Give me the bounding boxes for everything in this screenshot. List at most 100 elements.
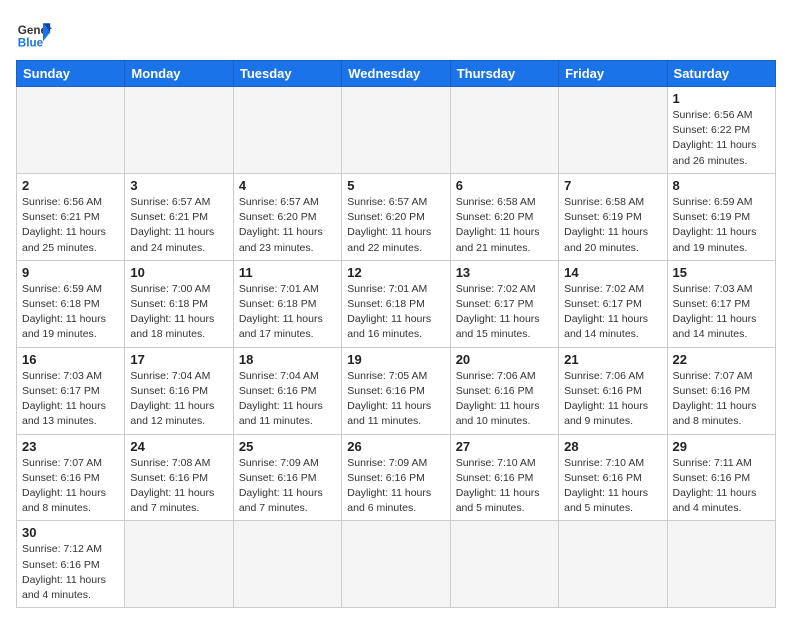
calendar-table: SundayMondayTuesdayWednesdayThursdayFrid… xyxy=(16,60,776,608)
day-info: Sunrise: 6:57 AMSunset: 6:20 PMDaylight:… xyxy=(347,195,444,256)
day-info: Sunrise: 7:12 AMSunset: 6:16 PMDaylight:… xyxy=(22,542,119,603)
day-number: 13 xyxy=(456,265,553,280)
day-number: 11 xyxy=(239,265,336,280)
calendar-week-1: 1 Sunrise: 6:56 AMSunset: 6:22 PMDaylight… xyxy=(17,87,776,174)
calendar-cell: 10 Sunrise: 7:00 AMSunset: 6:18 PMDayligh… xyxy=(125,260,233,347)
calendar-cell: 19Sunrise: 7:05 AMSunset: 6:16 PMDayligh… xyxy=(342,347,450,434)
day-info: Sunrise: 7:04 AMSunset: 6:16 PMDaylight:… xyxy=(130,369,227,430)
day-info: Sunrise: 7:01 AMSunset: 6:18 PMDaylight:… xyxy=(347,282,444,343)
day-number: 8 xyxy=(673,178,770,193)
calendar-cell xyxy=(125,521,233,608)
column-header-tuesday: Tuesday xyxy=(233,61,341,87)
column-header-saturday: Saturday xyxy=(667,61,775,87)
day-info: Sunrise: 7:09 AMSunset: 6:16 PMDaylight:… xyxy=(347,456,444,517)
day-number: 17 xyxy=(130,352,227,367)
day-info: Sunrise: 7:06 AMSunset: 6:16 PMDaylight:… xyxy=(564,369,661,430)
day-info: Sunrise: 6:59 AMSunset: 6:19 PMDaylight:… xyxy=(673,195,770,256)
calendar-cell: 7 Sunrise: 6:58 AMSunset: 6:19 PMDaylight… xyxy=(559,173,667,260)
day-info: Sunrise: 7:10 AMSunset: 6:16 PMDaylight:… xyxy=(456,456,553,517)
day-number: 6 xyxy=(456,178,553,193)
day-info: Sunrise: 7:07 AMSunset: 6:16 PMDaylight:… xyxy=(673,369,770,430)
day-number: 23 xyxy=(22,439,119,454)
column-header-friday: Friday xyxy=(559,61,667,87)
calendar-cell: 17 Sunrise: 7:04 AMSunset: 6:16 PMDayligh… xyxy=(125,347,233,434)
day-number: 21 xyxy=(564,352,661,367)
calendar-week-4: 16 Sunrise: 7:03 AMSunset: 6:17 PMDayligh… xyxy=(17,347,776,434)
day-number: 4 xyxy=(239,178,336,193)
day-info: Sunrise: 7:02 AMSunset: 6:17 PMDaylight:… xyxy=(456,282,553,343)
day-number: 25 xyxy=(239,439,336,454)
logo: General Blue xyxy=(16,16,52,52)
calendar-cell: 6 Sunrise: 6:58 AMSunset: 6:20 PMDaylight… xyxy=(450,173,558,260)
calendar-cell: 16 Sunrise: 7:03 AMSunset: 6:17 PMDayligh… xyxy=(17,347,125,434)
calendar-cell xyxy=(559,521,667,608)
day-number: 15 xyxy=(673,265,770,280)
day-info: Sunrise: 7:00 AMSunset: 6:18 PMDaylight:… xyxy=(130,282,227,343)
calendar-cell: 21 Sunrise: 7:06 AMSunset: 6:16 PMDayligh… xyxy=(559,347,667,434)
day-info: Sunrise: 7:01 AMSunset: 6:18 PMDaylight:… xyxy=(239,282,336,343)
page-header: General Blue xyxy=(16,16,776,52)
calendar-cell xyxy=(17,87,125,174)
day-number: 10 xyxy=(130,265,227,280)
day-number: 3 xyxy=(130,178,227,193)
day-info: Sunrise: 7:03 AMSunset: 6:17 PMDaylight:… xyxy=(22,369,119,430)
calendar-cell: 24 Sunrise: 7:08 AMSunset: 6:16 PMDayligh… xyxy=(125,434,233,521)
calendar-cell: 8 Sunrise: 6:59 AMSunset: 6:19 PMDaylight… xyxy=(667,173,775,260)
column-header-thursday: Thursday xyxy=(450,61,558,87)
calendar-cell xyxy=(342,87,450,174)
day-number: 5 xyxy=(347,178,444,193)
calendar-cell: 13 Sunrise: 7:02 AMSunset: 6:17 PMDayligh… xyxy=(450,260,558,347)
calendar-cell: 1 Sunrise: 6:56 AMSunset: 6:22 PMDaylight… xyxy=(667,87,775,174)
day-number: 18 xyxy=(239,352,336,367)
day-number: 22 xyxy=(673,352,770,367)
svg-text:Blue: Blue xyxy=(18,37,44,50)
day-info: Sunrise: 7:08 AMSunset: 6:16 PMDaylight:… xyxy=(130,456,227,517)
day-number: 1 xyxy=(673,91,770,106)
day-number: 24 xyxy=(130,439,227,454)
column-header-sunday: Sunday xyxy=(17,61,125,87)
calendar-cell: 29Sunrise: 7:11 AMSunset: 6:16 PMDayligh… xyxy=(667,434,775,521)
logo-icon: General Blue xyxy=(16,16,52,52)
day-number: 16 xyxy=(22,352,119,367)
day-info: Sunrise: 7:02 AMSunset: 6:17 PMDaylight:… xyxy=(564,282,661,343)
calendar-cell: 12Sunrise: 7:01 AMSunset: 6:18 PMDayligh… xyxy=(342,260,450,347)
calendar-cell xyxy=(450,521,558,608)
calendar-cell: 20Sunrise: 7:06 AMSunset: 6:16 PMDayligh… xyxy=(450,347,558,434)
calendar-week-6: 30 Sunrise: 7:12 AMSunset: 6:16 PMDayligh… xyxy=(17,521,776,608)
day-number: 19 xyxy=(347,352,444,367)
day-info: Sunrise: 6:56 AMSunset: 6:21 PMDaylight:… xyxy=(22,195,119,256)
calendar-cell: 27Sunrise: 7:10 AMSunset: 6:16 PMDayligh… xyxy=(450,434,558,521)
calendar-cell xyxy=(559,87,667,174)
day-number: 9 xyxy=(22,265,119,280)
calendar-week-2: 2 Sunrise: 6:56 AMSunset: 6:21 PMDaylight… xyxy=(17,173,776,260)
calendar-cell xyxy=(233,521,341,608)
calendar-cell: 11 Sunrise: 7:01 AMSunset: 6:18 PMDayligh… xyxy=(233,260,341,347)
calendar-cell: 9 Sunrise: 6:59 AMSunset: 6:18 PMDaylight… xyxy=(17,260,125,347)
day-info: Sunrise: 7:11 AMSunset: 6:16 PMDaylight:… xyxy=(673,456,770,517)
day-number: 30 xyxy=(22,525,119,540)
day-info: Sunrise: 7:09 AMSunset: 6:16 PMDaylight:… xyxy=(239,456,336,517)
day-number: 20 xyxy=(456,352,553,367)
day-info: Sunrise: 6:57 AMSunset: 6:20 PMDaylight:… xyxy=(239,195,336,256)
column-header-wednesday: Wednesday xyxy=(342,61,450,87)
calendar-cell: 22 Sunrise: 7:07 AMSunset: 6:16 PMDayligh… xyxy=(667,347,775,434)
day-number: 7 xyxy=(564,178,661,193)
day-info: Sunrise: 6:58 AMSunset: 6:19 PMDaylight:… xyxy=(564,195,661,256)
day-info: Sunrise: 7:03 AMSunset: 6:17 PMDaylight:… xyxy=(673,282,770,343)
calendar-cell xyxy=(667,521,775,608)
calendar-cell xyxy=(450,87,558,174)
day-info: Sunrise: 6:56 AMSunset: 6:22 PMDaylight:… xyxy=(673,108,770,169)
day-number: 2 xyxy=(22,178,119,193)
day-info: Sunrise: 7:07 AMSunset: 6:16 PMDaylight:… xyxy=(22,456,119,517)
calendar-week-5: 23 Sunrise: 7:07 AMSunset: 6:16 PMDayligh… xyxy=(17,434,776,521)
day-info: Sunrise: 7:10 AMSunset: 6:16 PMDaylight:… xyxy=(564,456,661,517)
calendar-cell: 14Sunrise: 7:02 AMSunset: 6:17 PMDayligh… xyxy=(559,260,667,347)
calendar-cell: 26Sunrise: 7:09 AMSunset: 6:16 PMDayligh… xyxy=(342,434,450,521)
day-info: Sunrise: 6:58 AMSunset: 6:20 PMDaylight:… xyxy=(456,195,553,256)
calendar-cell xyxy=(233,87,341,174)
day-info: Sunrise: 6:57 AMSunset: 6:21 PMDaylight:… xyxy=(130,195,227,256)
day-info: Sunrise: 6:59 AMSunset: 6:18 PMDaylight:… xyxy=(22,282,119,343)
column-header-monday: Monday xyxy=(125,61,233,87)
calendar-cell: 25 Sunrise: 7:09 AMSunset: 6:16 PMDayligh… xyxy=(233,434,341,521)
calendar-header-row: SundayMondayTuesdayWednesdayThursdayFrid… xyxy=(17,61,776,87)
